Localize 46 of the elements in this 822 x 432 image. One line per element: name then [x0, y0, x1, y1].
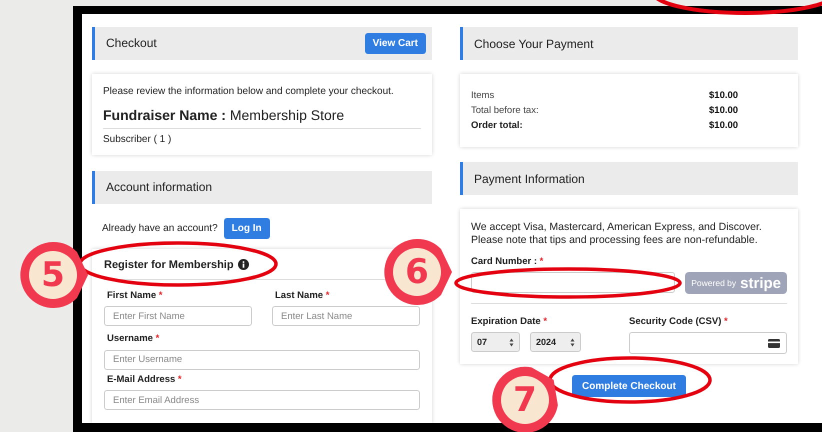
required-asterisk: * [543, 316, 548, 327]
fundraiser-name: Fundraiser Name : Membership Store [103, 106, 421, 129]
required-asterisk: * [158, 290, 162, 300]
required-asterisk: * [540, 256, 544, 267]
panel-title: Payment Information [474, 172, 585, 186]
text-input[interactable]: Enter Username [104, 350, 420, 370]
summary-label: Items [471, 90, 496, 101]
field-label: Security Code (CSV) [629, 316, 722, 327]
panel-title: Choose Your Payment [474, 36, 594, 50]
info-icon [238, 259, 249, 270]
required-asterisk: * [156, 333, 160, 344]
security-code-input[interactable] [629, 332, 787, 354]
text-input[interactable]: Enter Last Name [272, 306, 420, 326]
credit-card-icon [768, 338, 780, 348]
summary-label: Total before tax: [471, 105, 540, 116]
view-cart-button[interactable]: View Cart [364, 32, 426, 54]
stripe-badge: Powered by stripe [685, 272, 787, 294]
login-button[interactable]: Log In [224, 218, 270, 238]
summary-value: $10.00 [709, 90, 738, 101]
field-label: Card Number : [471, 256, 537, 267]
login-prompt: Already have an account? [102, 222, 218, 234]
field-label: Username [107, 333, 153, 344]
required-asterisk: * [178, 374, 182, 384]
summary-label: Order total: [471, 120, 524, 131]
text-input[interactable]: Enter Email Address [104, 390, 420, 410]
summary-value: $10.00 [709, 120, 738, 131]
text-input[interactable]: Enter First Name [104, 306, 252, 326]
card-number-input[interactable] [471, 272, 676, 293]
register-title: Register for Membership [104, 258, 234, 270]
month-select[interactable]: 07 [471, 332, 520, 352]
intro-text: Please review the information below and complete your checkout. [103, 86, 395, 97]
year-select[interactable]: 2024 [530, 332, 581, 352]
field-label: Last Name [275, 290, 324, 300]
panel-title: Checkout [106, 36, 157, 50]
required-asterisk: * [326, 290, 330, 300]
updown-icon [509, 338, 514, 346]
required-asterisk: * [724, 316, 728, 327]
complete-checkout-button[interactable]: Complete Checkout [572, 375, 686, 397]
field-label: First Name [107, 290, 156, 300]
field-label: E-Mail Address [107, 374, 176, 384]
summary-value: $10.00 [709, 105, 738, 116]
payment-note: We accept Visa, Mastercard, American Express, and Discover. Please note that tips and processing fees are non-refundable. [471, 221, 763, 247]
updown-icon [570, 338, 575, 346]
cart-item: Subscriber ( 1 ) [103, 134, 172, 145]
field-label: Expiration Date [471, 316, 541, 327]
panel-title: Account information [106, 180, 212, 194]
